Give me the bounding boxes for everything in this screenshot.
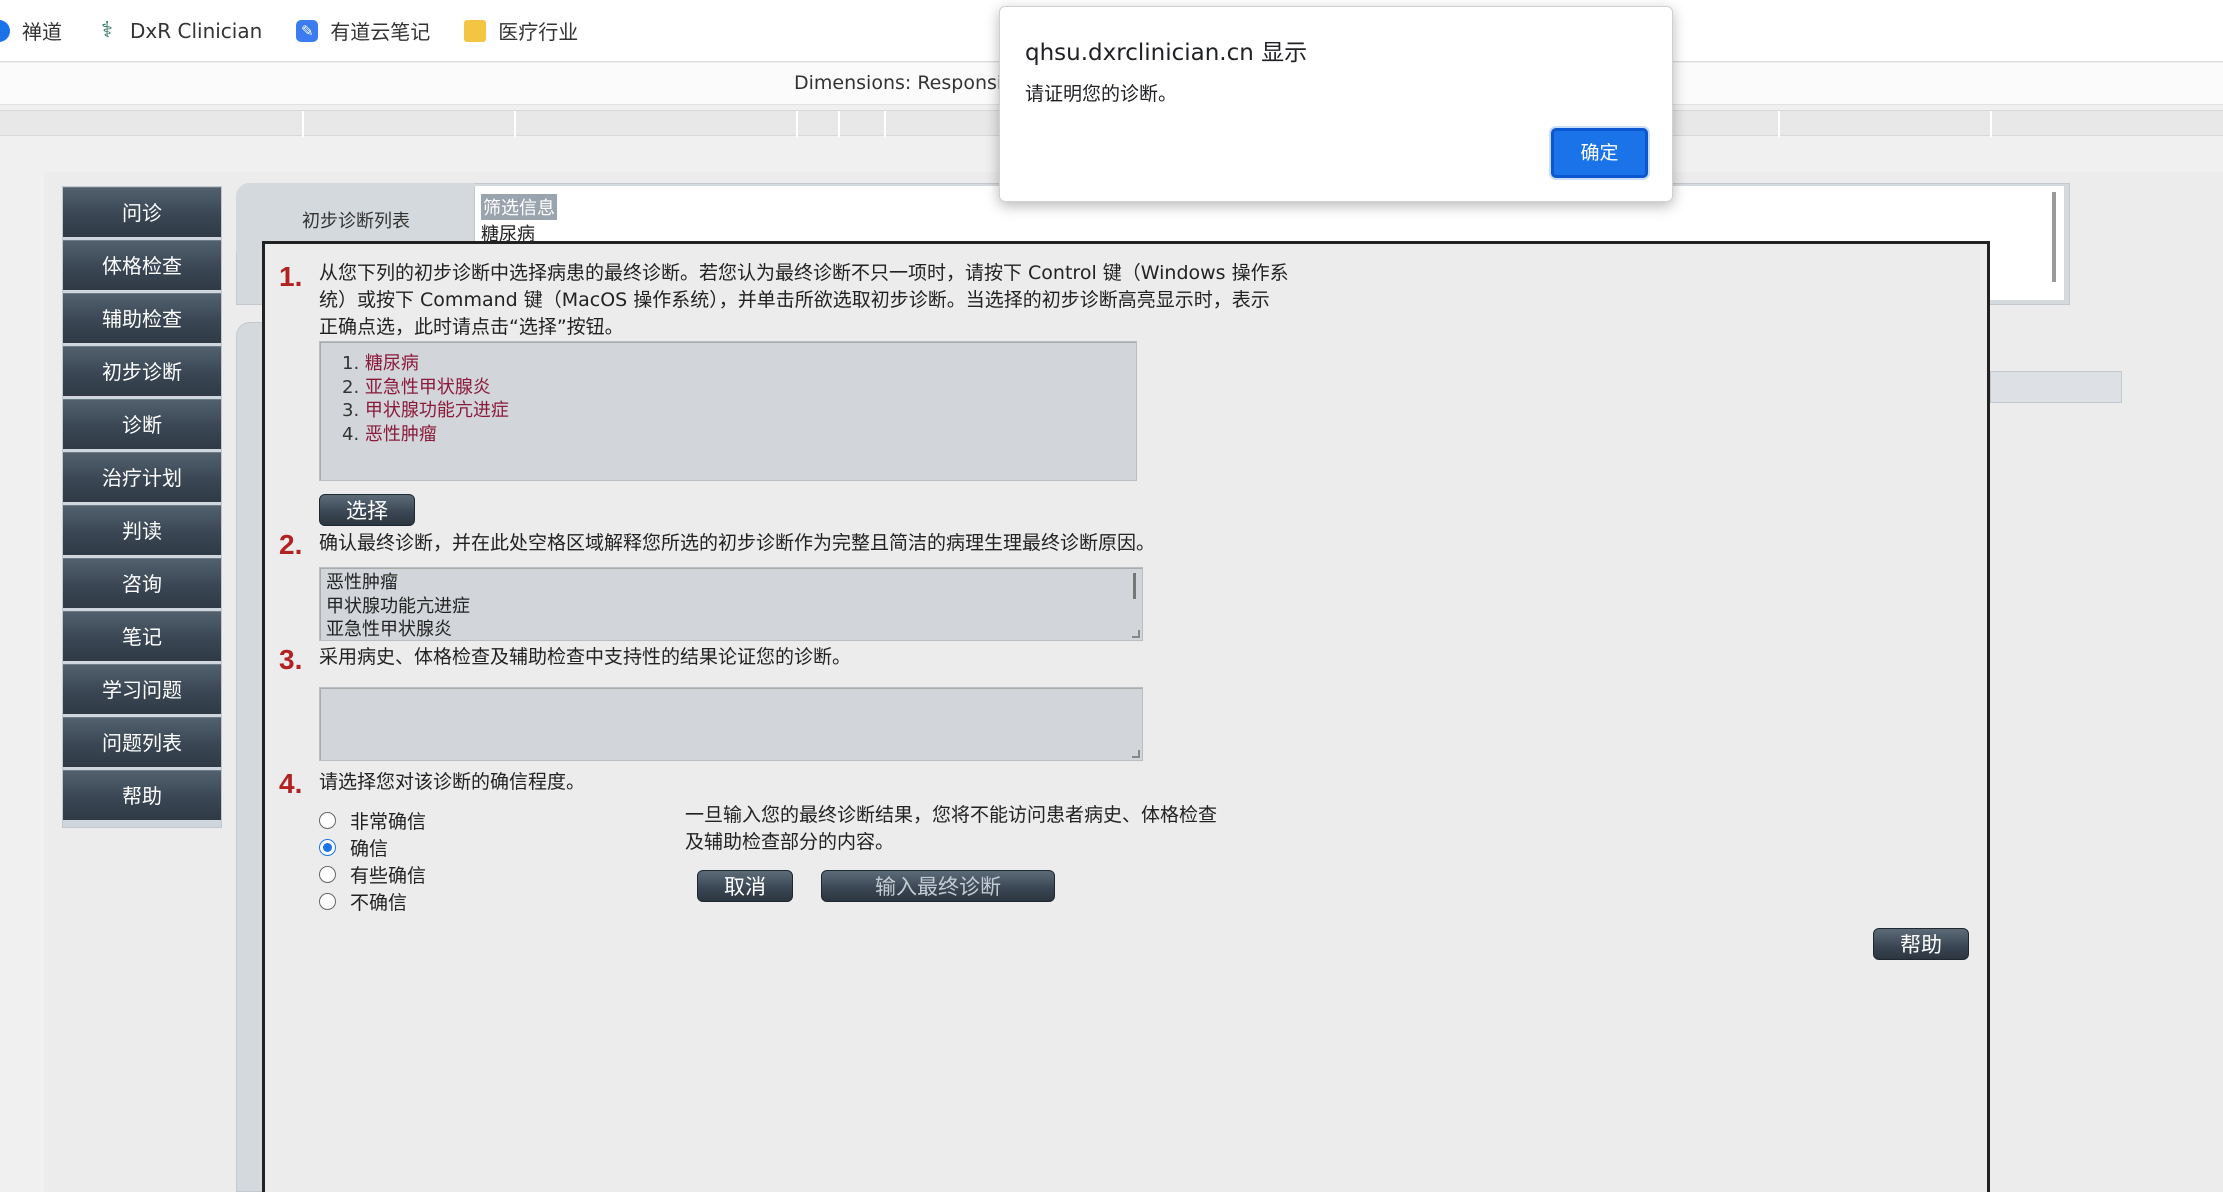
filter-scrollbar[interactable] — [2052, 192, 2056, 282]
list-item-number: 2. — [342, 376, 360, 398]
alert-message: 请证明您的诊断。 — [1025, 83, 1178, 105]
radio-button[interactable] — [319, 893, 336, 910]
step-4-number: 4. — [279, 768, 303, 799]
background-field — [1990, 371, 2122, 403]
radio-label: 有些确信 — [350, 865, 427, 887]
browser-alert-dialog: qhsu.dxrclinician.cn 显示 请证明您的诊断。 确定 — [999, 6, 1673, 202]
side-navigation: 问诊 体格检查 辅助检查 初步诊断 诊断 治疗计划 判读 咨询 笔记 学习问题 … — [62, 186, 222, 828]
radio-label: 非常确信 — [350, 811, 427, 833]
resize-grip-icon[interactable] — [1132, 750, 1140, 758]
confidence-option-somewhat-sure[interactable]: 有些确信 — [319, 861, 426, 888]
confidence-option-not-sure[interactable]: 不确信 — [319, 888, 407, 915]
bookmark-youdao-note[interactable]: ✎ 有道云笔记 — [296, 16, 430, 45]
ruler-tick — [1990, 111, 1992, 137]
list-item-number: 1. — [342, 353, 360, 374]
step-1-line: 统）或按下 Command 键（MacOS 操作系统），并单击所欲选取初步诊断。… — [319, 289, 1270, 311]
bookmark-dxr-clinician[interactable]: ⚕ DxR Clinician — [96, 19, 262, 43]
bookmark-label: 有道云笔记 — [330, 20, 431, 44]
dimensions-label[interactable]: Dimensions: Responsive — [794, 72, 1025, 94]
list-item-number: 4. — [342, 423, 360, 445]
folder-icon — [464, 19, 487, 42]
step-3-instructions: 采用病史、体格检查及辅助检查中支持性的结果论证您的诊断。 — [319, 646, 852, 668]
ruler-tick — [302, 111, 304, 137]
textarea-scrollbar[interactable] — [1133, 573, 1136, 599]
nav-consult[interactable]: 咨询 — [63, 558, 221, 608]
nav-interpretation[interactable]: 判读 — [63, 505, 221, 555]
nav-help[interactable]: 帮助 — [63, 770, 221, 820]
list-item[interactable]: 4. 恶性肿瘤 — [342, 423, 1136, 447]
nav-preliminary-diagnosis[interactable]: 初步诊断 — [63, 346, 221, 396]
step-2-number: 2. — [279, 529, 303, 560]
ruler-tick — [1778, 111, 1780, 137]
nav-auxiliary-exam[interactable]: 辅助检查 — [63, 293, 221, 343]
radio-label: 确信 — [350, 838, 389, 860]
confidence-option-sure[interactable]: 确信 — [319, 834, 388, 861]
youdao-note-icon: ✎ — [296, 19, 319, 42]
cancel-button[interactable]: 取消 — [697, 870, 793, 902]
select-button[interactable]: 选择 — [319, 494, 415, 526]
radio-button-selected[interactable] — [319, 839, 336, 856]
list-item[interactable]: 2. 亚急性甲状腺炎 — [342, 376, 1136, 400]
step-1-number: 1. — [279, 261, 303, 292]
list-item-number: 3. — [342, 400, 360, 421]
radio-label: 不确信 — [350, 892, 408, 914]
warning-line: 及辅助检查部分的内容。 — [685, 831, 895, 853]
supporting-evidence-textarea[interactable] — [319, 687, 1143, 761]
ruler-tick — [796, 111, 798, 137]
help-button[interactable]: 帮助 — [1873, 928, 1969, 960]
final-diagnosis-dialog: 1. 从您下列的初步诊断中选择病患的最终诊断。若您认为最终诊断不只一项时，请按下… — [262, 241, 1990, 1192]
confidence-option-very-sure[interactable]: 非常确信 — [319, 807, 426, 834]
bookmark-medical-folder[interactable]: 医疗行业 — [464, 16, 578, 45]
final-diagnosis-warning: 一旦输入您的最终诊断结果，您将不能访问患者病史、体格检查 及辅助检查部分的内容。 — [685, 802, 1217, 856]
step-1-line: 正确点选，此时请点击“选择”按钮。 — [319, 316, 624, 338]
step-4-instructions: 请选择您对该诊断的确信程度。 — [319, 771, 586, 793]
chandao-icon — [0, 19, 10, 42]
textarea-line: 甲状腺功能亢进症 — [326, 595, 470, 617]
nav-notes[interactable]: 笔记 — [63, 611, 221, 661]
warning-line: 一旦输入您的最终诊断结果，您将不能访问患者病史、体格检查 — [685, 804, 1218, 826]
ruler-tick — [838, 111, 840, 137]
resize-grip-icon[interactable] — [1132, 630, 1140, 638]
enter-final-diagnosis-button[interactable]: 输入最终诊断 — [821, 870, 1055, 902]
list-item-diagnosis: 亚急性甲状腺炎 — [364, 376, 491, 398]
dxr-icon: ⚕ — [101, 17, 113, 43]
step-1-instructions: 从您下列的初步诊断中选择病患的最终诊断。若您认为最终诊断不只一项时，请按下 Co… — [319, 260, 1289, 341]
step-1-line: 从您下列的初步诊断中选择病患的最终诊断。若您认为最终诊断不只一项时，请按下 Co… — [319, 262, 1289, 284]
list-item-diagnosis: 糖尿病 — [364, 353, 419, 374]
radio-button[interactable] — [319, 866, 336, 883]
nav-diagnosis[interactable]: 诊断 — [63, 399, 221, 449]
list-item[interactable]: 3. 甲状腺功能亢进症 — [342, 399, 1136, 423]
nav-physical-exam[interactable]: 体格检查 — [63, 240, 221, 290]
alert-host: qhsu.dxrclinician.cn 显示 — [1025, 40, 1308, 66]
nav-learning-issues[interactable]: 学习问题 — [63, 664, 221, 714]
alert-ok-button[interactable]: 确定 — [1551, 128, 1648, 178]
step-2-instructions: 确认最终诊断，并在此处空格区域解释您所选的初步诊断作为完整且简洁的病理生理最终诊… — [319, 532, 1156, 554]
nav-treatment-plan[interactable]: 治疗计划 — [63, 452, 221, 502]
nav-problem-list[interactable]: 问题列表 — [63, 717, 221, 767]
diagnosis-explanation-textarea[interactable]: 恶性肿瘤 甲状腺功能亢进症 亚急性甲状腺炎 — [319, 567, 1143, 641]
tab-label: 初步诊断列表 — [302, 211, 410, 232]
step-3-number: 3. — [279, 644, 303, 675]
preliminary-diagnosis-listbox[interactable]: 1. 糖尿病 2. 亚急性甲状腺炎 3. 甲状腺功能亢进症 4. 恶性肿瘤 — [319, 341, 1137, 481]
bookmark-chandao[interactable]: 禅道 — [0, 16, 62, 45]
bookmark-label: 禅道 — [22, 20, 62, 44]
ruler-tick — [514, 111, 516, 137]
list-item[interactable]: 1. 糖尿病 — [342, 352, 1136, 376]
radio-button[interactable] — [319, 812, 336, 829]
filter-title: 筛选信息 — [481, 194, 557, 220]
list-item-diagnosis: 甲状腺功能亢进症 — [364, 400, 509, 421]
bookmark-label: 医疗行业 — [498, 20, 579, 44]
ruler-tick — [884, 111, 886, 137]
textarea-line: 亚急性甲状腺炎 — [326, 619, 452, 640]
nav-inquiry[interactable]: 问诊 — [63, 187, 221, 237]
list-item-diagnosis: 恶性肿瘤 — [364, 423, 437, 445]
bookmark-label: DxR Clinician — [130, 18, 263, 43]
textarea-line: 恶性肿瘤 — [326, 572, 398, 593]
